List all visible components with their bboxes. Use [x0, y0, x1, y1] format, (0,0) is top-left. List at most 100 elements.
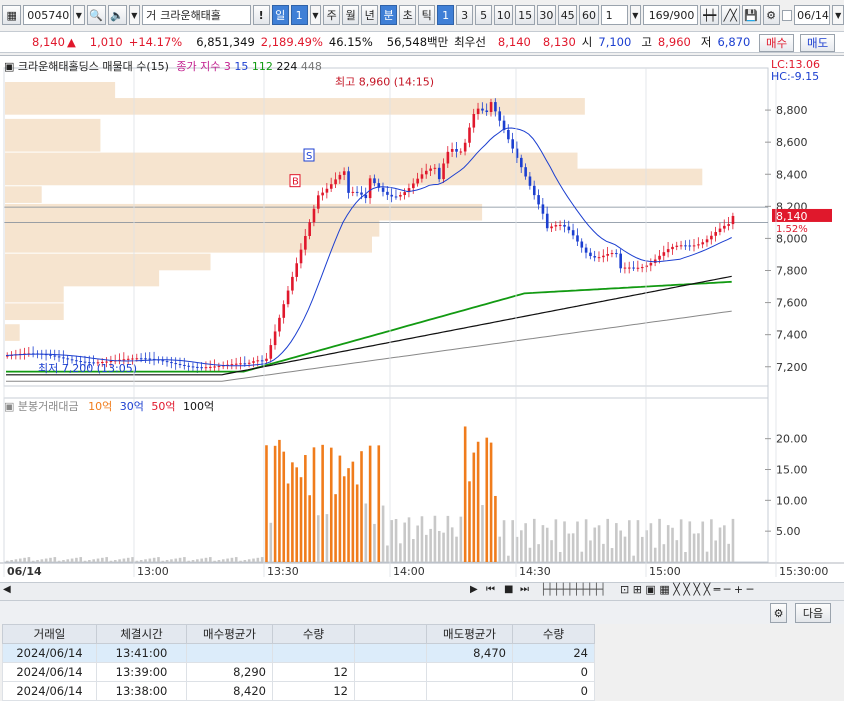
table-row[interactable]: 2024/06/14 13:41:00 8,470 24: [2, 643, 595, 663]
volume-bar: [109, 560, 113, 562]
sell-button[interactable]: 매도: [800, 34, 836, 52]
next-button[interactable]: 다음: [795, 603, 831, 623]
volume-bar: [308, 495, 311, 562]
open-price: 7,100: [598, 35, 632, 49]
candle-body: [278, 317, 281, 332]
min-30-button[interactable]: 30: [536, 5, 557, 25]
zoom-slider[interactable]: ├┼┼┼┼┼┼┼┼┤: [540, 583, 606, 596]
high-price: 8,960: [657, 35, 691, 49]
candle-body: [697, 244, 700, 246]
cell-buy-avg: 8,290: [186, 662, 273, 682]
volume-bar: [161, 560, 165, 562]
volume-bar: [727, 543, 730, 562]
col-exec-time: 체결시간: [96, 624, 187, 644]
volume-bar: [62, 560, 65, 562]
period-week-button[interactable]: 주: [323, 5, 341, 25]
chart-scrollbar[interactable]: ◀ ▶ ⏮ ■ ⏭ ├┼┼┼┼┼┼┼┼┤ ⊡ ⊞ ▣ ▦ ╳ ╳ ╳ ╳ ═ ─…: [0, 582, 844, 600]
volume-bar: [347, 468, 350, 562]
candle-body: [701, 242, 705, 245]
volume-bar: [688, 521, 692, 562]
chart-menu-icon[interactable]: ▦: [2, 5, 22, 25]
candle-type-icon[interactable]: ┿┿: [700, 5, 719, 25]
volume-bar: [450, 527, 454, 562]
col-sell-qty: 수량: [512, 624, 595, 644]
stock-code-input[interactable]: 005740: [23, 5, 72, 25]
warning-button[interactable]: !: [252, 5, 270, 25]
buy-button[interactable]: 매수: [759, 34, 795, 52]
trade-history-table: 거래일 체결시간 매수평균가 수량 매도평균가 수량 2024/06/14 13…: [2, 624, 595, 701]
period-month-button[interactable]: 월: [342, 5, 360, 25]
candle-body: [368, 178, 372, 199]
volume-bar: [403, 522, 406, 562]
candle-body: [619, 253, 622, 269]
day-count-dropdown-icon[interactable]: ▼: [309, 5, 322, 25]
volume-bar: [368, 445, 372, 562]
volume-bar: [213, 560, 216, 562]
period-year-button[interactable]: 년: [361, 5, 379, 25]
ask-price: 8,140: [497, 35, 531, 49]
period-day-button[interactable]: 일: [271, 5, 289, 25]
min-3-button[interactable]: 3: [456, 5, 474, 25]
day-count[interactable]: 1: [290, 5, 308, 25]
candle-body: [602, 255, 605, 258]
search-icon[interactable]: 🔍: [86, 5, 106, 25]
volume-bar: [131, 557, 134, 562]
drawing-tool-icon[interactable]: ╱╳: [720, 5, 740, 25]
options-gear-icon[interactable]: ⚙: [770, 603, 787, 623]
candle-body: [610, 253, 614, 255]
interval-input[interactable]: 1: [600, 5, 628, 25]
stop-icon[interactable]: ■: [504, 584, 513, 595]
code-dropdown-icon[interactable]: ▼: [73, 5, 85, 25]
period-minute-button[interactable]: 분: [380, 5, 398, 25]
candle-body: [217, 365, 221, 367]
period-tick-button[interactable]: 틱: [418, 5, 436, 25]
cell-date: 2024/06/14: [2, 681, 97, 701]
jump-start-icon[interactable]: ⏮: [486, 584, 495, 595]
volume-bar: [105, 557, 108, 562]
save-icon[interactable]: 💾: [741, 5, 761, 25]
volume-bar: [649, 523, 653, 562]
scroll-left-icon[interactable]: ◀: [3, 584, 11, 595]
min-60-button[interactable]: 60: [579, 5, 599, 25]
count-field[interactable]: 169/900: [643, 5, 699, 25]
candle-body: [317, 195, 320, 209]
date-input[interactable]: 06/14: [794, 5, 831, 25]
min-10-button[interactable]: 10: [494, 5, 514, 25]
volume-bar: [200, 558, 203, 562]
volume-bar: [196, 559, 199, 562]
volume-bar: [118, 559, 121, 562]
date-checkbox[interactable]: [781, 9, 793, 21]
candle-body: [139, 358, 143, 360]
min-5-button[interactable]: 5: [475, 5, 493, 25]
jump-end-icon[interactable]: ⏭: [520, 584, 529, 595]
collapse-icon[interactable]: ▣: [4, 60, 14, 73]
date-dropdown-icon[interactable]: ▼: [832, 5, 844, 25]
table-row[interactable]: 2024/06/14 13:38:00 8,420 12 0: [2, 681, 595, 701]
time-axis-label: 14:30: [519, 565, 551, 578]
volume-bar: [731, 518, 735, 562]
cell-buy-qty: 12: [272, 681, 355, 701]
candle-body: [204, 367, 208, 369]
min-1-button[interactable]: 1: [437, 5, 455, 25]
volume-bar: [666, 525, 670, 562]
min-15-button[interactable]: 15: [515, 5, 535, 25]
zoom-icons[interactable]: ⊡ ⊞ ▣ ▦ ╳ ╳ ╳ ╳ ═ ─ + ─: [620, 583, 753, 596]
table-row[interactable]: 2024/06/14 13:39:00 8,290 12 0: [2, 662, 595, 682]
min-45-button[interactable]: 45: [558, 5, 578, 25]
settings-icon[interactable]: ⚙: [762, 5, 780, 25]
volume-bar: [92, 559, 95, 562]
speaker-icon[interactable]: 🔈: [107, 5, 127, 25]
speaker-dropdown-icon[interactable]: ▼: [128, 5, 141, 25]
volume-bar: [675, 540, 679, 562]
period-second-button[interactable]: 초: [399, 5, 417, 25]
interval-dropdown-icon[interactable]: ▼: [629, 5, 642, 25]
chart-area[interactable]: 8,800 8,600 8,400 8,200 8,000 7,800 7,600 7,400…: [0, 55, 844, 600]
candle-body: [593, 256, 597, 258]
volume-bar: [437, 530, 441, 562]
stock-name-field[interactable]: 거 크라운해태홀: [142, 5, 251, 25]
volume-bar: [165, 560, 169, 562]
hc-label: HC:-9.15: [771, 70, 820, 83]
collapse-icon[interactable]: ▣: [4, 400, 14, 413]
scroll-right-icon[interactable]: ▶: [470, 584, 478, 595]
candle-body: [528, 176, 532, 186]
